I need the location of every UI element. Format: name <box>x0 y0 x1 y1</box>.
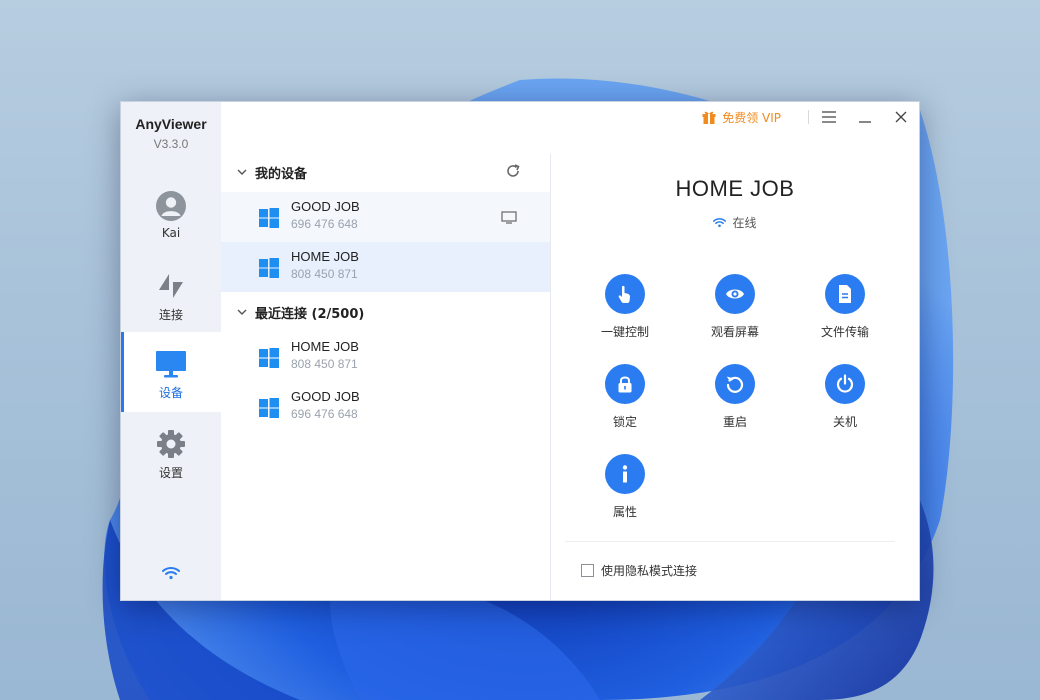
chevron-down-icon <box>237 169 247 175</box>
monitor-icon[interactable] <box>501 211 517 224</box>
sidebar-item-devices[interactable]: 设备 <box>121 332 221 412</box>
file-transfer-button[interactable]: 文件传输 <box>805 274 885 340</box>
wifi-icon <box>162 567 180 580</box>
checkbox-box[interactable] <box>581 564 594 577</box>
power-icon <box>836 374 854 393</box>
lock-icon <box>618 376 632 393</box>
restart-icon <box>726 376 744 393</box>
monitor-icon <box>156 351 186 378</box>
chevron-down-icon <box>237 309 247 315</box>
device-id: 808 450 871 <box>291 267 358 281</box>
app-version: V3.3.0 <box>153 137 189 151</box>
privacy-mode-checkbox[interactable]: 使用隐私模式连接 <box>581 562 697 579</box>
minimize-icon[interactable] <box>855 107 875 127</box>
menu-icon[interactable] <box>819 107 839 127</box>
sidebar-item-account[interactable]: Kai <box>121 174 221 254</box>
device-id: 696 476 648 <box>291 217 358 231</box>
wifi-icon <box>713 218 727 228</box>
online-status: 在线 <box>551 214 919 231</box>
titlebar-separator <box>808 110 809 124</box>
windows-icon <box>259 348 279 368</box>
recent-connections-header[interactable]: 最近连接 (2/500) <box>237 302 364 322</box>
connect-icon <box>159 274 183 298</box>
avatar-icon <box>156 191 186 221</box>
sidebar-item-label: 设置 <box>158 466 183 480</box>
brand: AnyViewer V3.3.0 <box>121 116 221 151</box>
sidebar-item-label: Kai <box>161 226 181 240</box>
device-name: HOME JOB <box>291 249 359 264</box>
device-row[interactable]: HOME JOB 808 450 871 <box>221 242 551 292</box>
refresh-icon[interactable] <box>505 163 521 179</box>
windows-icon <box>259 208 279 228</box>
section-title: 我的设备 <box>255 166 308 182</box>
gear-icon <box>157 430 185 458</box>
windows-icon <box>259 258 279 278</box>
action-label: 关机 <box>832 415 857 429</box>
sidebar-item-connect[interactable]: 连接 <box>121 254 221 334</box>
action-label: 观看屏幕 <box>710 325 759 339</box>
device-detail-pane: HOME JOB 在线 一键控制 观看屏幕 文件传输 锁定 重启 关机 属性 使… <box>551 132 919 600</box>
device-row[interactable]: GOOD JOB 696 476 648 <box>221 192 551 242</box>
action-label: 重启 <box>722 415 747 429</box>
one-click-control-button[interactable]: 一键控制 <box>585 274 665 340</box>
view-screen-button[interactable]: 观看屏幕 <box>695 274 775 340</box>
shutdown-button[interactable]: 关机 <box>805 364 885 430</box>
sidebar: AnyViewer V3.3.0 Kai 连接 设备 设置 <box>121 102 221 600</box>
device-row[interactable]: HOME JOB 808 450 871 <box>221 332 551 382</box>
eye-icon <box>726 289 744 299</box>
restart-button[interactable]: 重启 <box>695 364 775 430</box>
device-row[interactable]: GOOD JOB 696 476 648 <box>221 382 551 432</box>
action-label: 属性 <box>612 505 637 519</box>
action-label: 文件传输 <box>820 325 869 339</box>
app-name: AnyViewer <box>135 116 207 132</box>
title-bar: 免费领 VIP <box>221 102 919 132</box>
close-icon[interactable] <box>891 107 911 127</box>
device-name: GOOD JOB <box>291 199 360 214</box>
lock-button[interactable]: 锁定 <box>585 364 665 430</box>
free-vip-button[interactable]: 免费领 VIP <box>701 108 781 126</box>
sidebar-item-settings[interactable]: 设置 <box>121 412 221 492</box>
properties-button[interactable]: 属性 <box>585 454 665 520</box>
privacy-label: 使用隐私模式连接 <box>601 564 698 578</box>
status-text: 在线 <box>732 216 757 230</box>
my-devices-header[interactable]: 我的设备 <box>237 162 307 182</box>
sidebar-item-label: 设备 <box>158 386 183 400</box>
device-list-pane: 我的设备 GOOD JOB 696 476 648 HOME JOB 808 4… <box>221 150 551 600</box>
vip-label: 免费领 VIP <box>722 110 781 125</box>
device-title: HOME JOB <box>675 176 795 201</box>
gift-icon <box>702 111 716 124</box>
file-icon <box>839 285 851 303</box>
device-name: GOOD JOB <box>291 389 360 404</box>
section-title: 最近连接 (2/500) <box>255 306 365 322</box>
hand-pointer-icon <box>618 285 630 303</box>
app-window: AnyViewer V3.3.0 Kai 连接 设备 设置 免费领 VIP 我的… <box>120 101 920 601</box>
sidebar-item-label: 连接 <box>158 308 183 322</box>
device-id: 808 450 871 <box>291 357 358 371</box>
device-name: HOME JOB <box>291 339 359 354</box>
windows-icon <box>259 398 279 418</box>
action-label: 一键控制 <box>600 325 649 339</box>
info-icon <box>622 465 628 483</box>
device-id: 696 476 648 <box>291 407 358 421</box>
action-label: 锁定 <box>612 415 637 429</box>
divider <box>565 541 895 542</box>
